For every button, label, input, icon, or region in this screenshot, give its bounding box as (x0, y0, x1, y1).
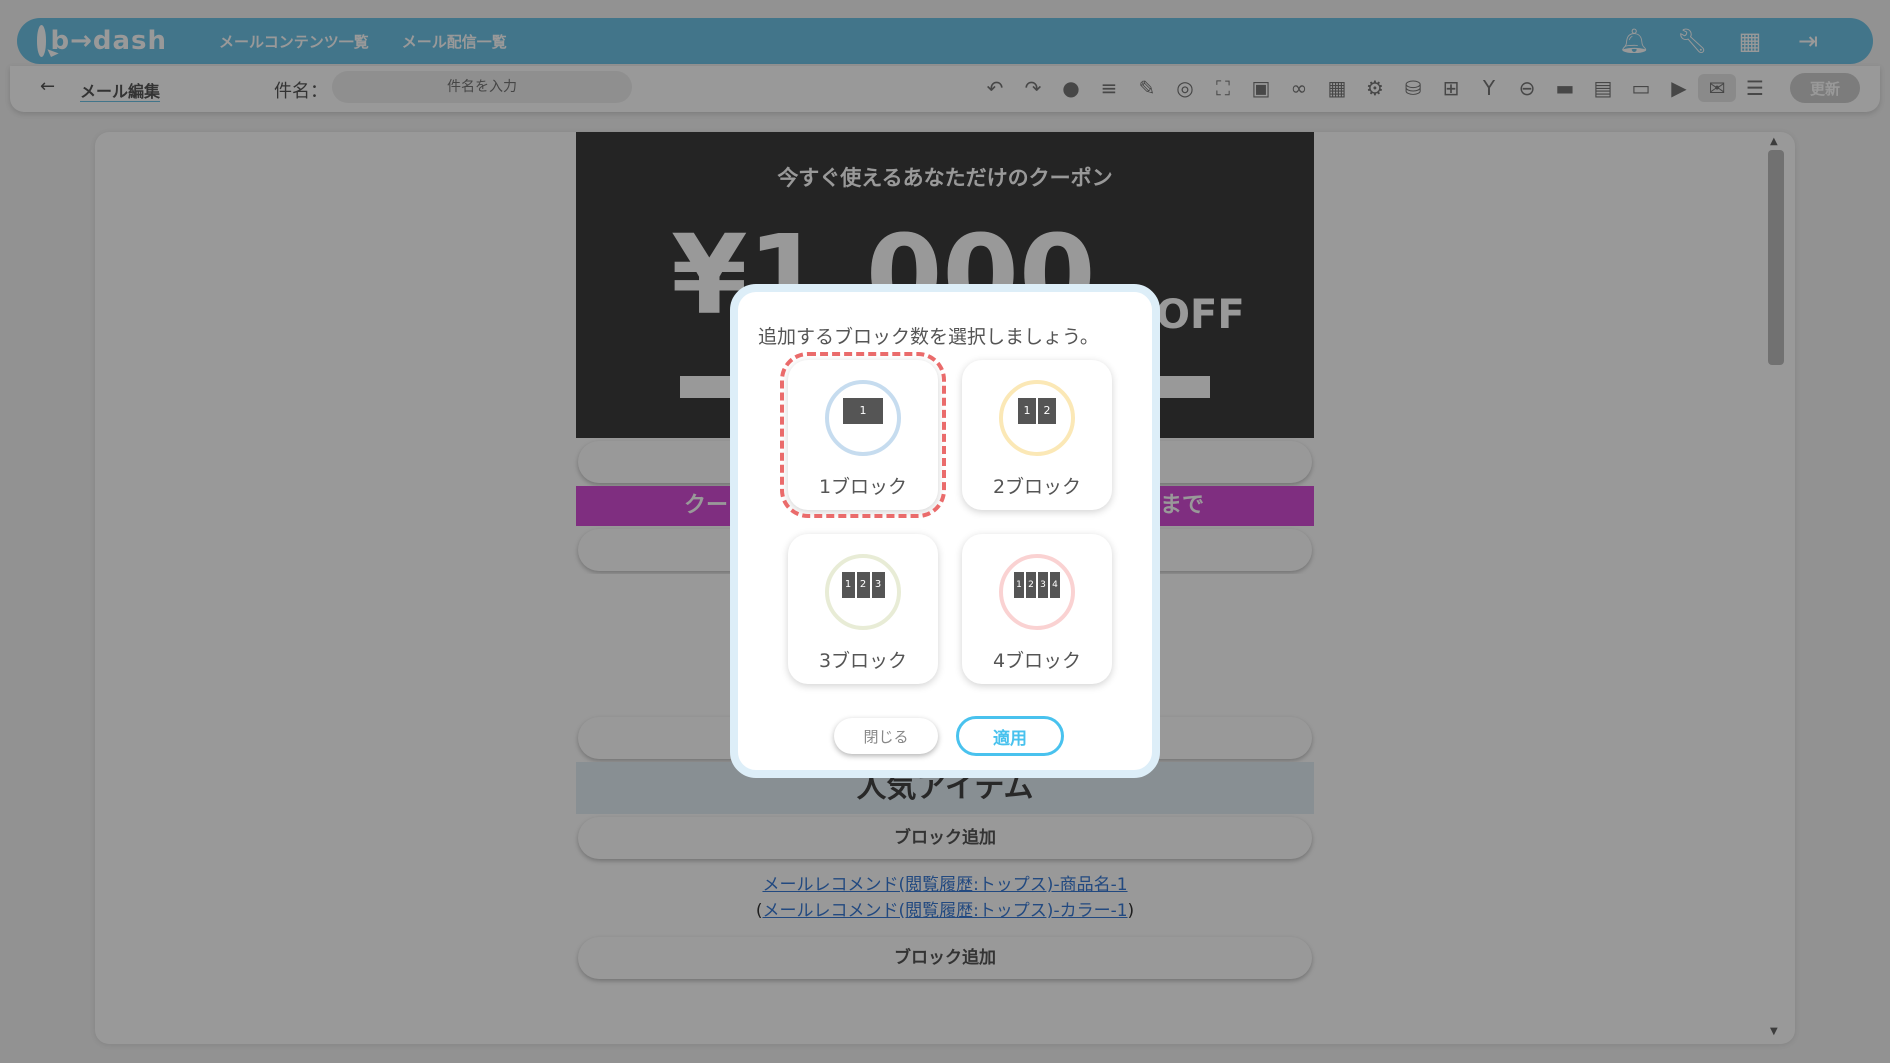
modal-title: 追加するブロック数を選択しましょう。 (758, 326, 1099, 348)
block-count-modal: 追加するブロック数を選択しましょう。 1 1ブロック 12 2ブロック 123 … (730, 284, 1160, 778)
two-column-icon: 12 (962, 398, 1112, 424)
one-column-icon: 1 (788, 398, 938, 424)
option-4-block[interactable]: 1234 4ブロック (962, 534, 1112, 684)
option-3-block[interactable]: 123 3ブロック (788, 534, 938, 684)
option-label: 2ブロック (992, 476, 1082, 498)
close-button[interactable]: 閉じる (834, 718, 938, 754)
three-column-icon: 123 (788, 572, 938, 598)
option-label: 1ブロック (818, 476, 908, 498)
option-1-block[interactable]: 1 1ブロック (780, 352, 946, 518)
option-label: 3ブロック (818, 650, 908, 672)
option-2-block[interactable]: 12 2ブロック (962, 360, 1112, 510)
option-label: 4ブロック (992, 650, 1082, 672)
four-column-icon: 1234 (962, 572, 1112, 598)
apply-button[interactable]: 適用 (956, 716, 1064, 756)
